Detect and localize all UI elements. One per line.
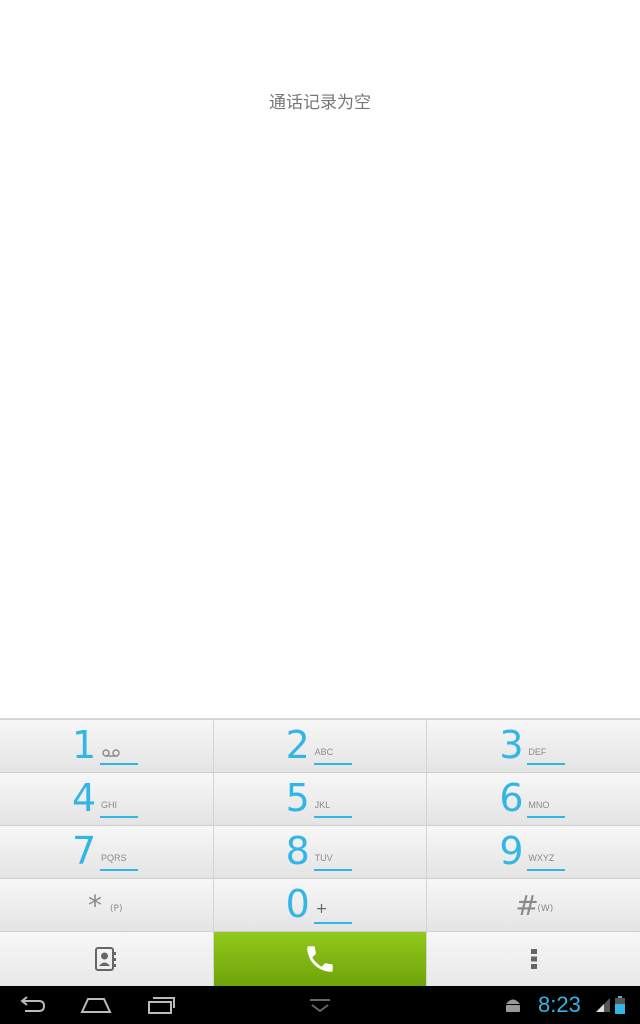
recent-apps-button[interactable]: [143, 986, 179, 1024]
signal-indicator: [594, 986, 612, 1024]
key-digit: 4: [72, 776, 97, 820]
dial-key-0[interactable]: 0 +: [213, 879, 428, 932]
key-digit: 8: [285, 829, 310, 873]
dial-key-6[interactable]: 6 MNO: [427, 773, 640, 826]
home-icon: [80, 998, 112, 1013]
contacts-icon: [95, 947, 117, 971]
voicemail-icon: [102, 749, 120, 757]
key-letters: PQRS: [101, 853, 127, 863]
key-letters: (W): [537, 904, 554, 914]
key-underline: [313, 869, 352, 871]
empty-call-log-message: 通话记录为空: [269, 93, 371, 113]
key-symbol: *: [88, 889, 102, 922]
system-navigation-bar: 8:23: [0, 986, 640, 1024]
key-underline: [527, 763, 566, 765]
key-underline: [313, 763, 352, 765]
back-icon: [20, 996, 46, 1012]
key-letters: DEF: [528, 747, 547, 757]
key-underline: [313, 816, 352, 818]
key-underline: [100, 763, 138, 765]
dial-key-5[interactable]: 5 JKL: [213, 773, 428, 826]
battery-icon: [615, 996, 625, 1014]
key-digit: 0: [285, 882, 310, 926]
key-letters: (P): [110, 904, 123, 914]
call-log-area: 通话记录为空: [0, 0, 640, 718]
key-digit: 6: [499, 776, 524, 820]
dial-key-4[interactable]: 4 GHI: [0, 773, 214, 826]
dialpad: 1 2 ABC 3 DEF 4 GHI 5 JKL 6 MNO 7 PQRS 8…: [0, 718, 640, 932]
recent-apps-icon: [148, 997, 175, 1014]
key-symbol: #: [515, 889, 539, 922]
key-digit: 2: [285, 723, 310, 767]
key-letters: MNO: [528, 800, 550, 810]
dial-key-2[interactable]: 2 ABC: [213, 720, 428, 773]
dial-key-7[interactable]: 7 PQRS: [0, 826, 214, 879]
dial-key-8[interactable]: 8 TUV: [213, 826, 428, 879]
clock: 8:23: [538, 992, 581, 1017]
chevron-down-icon: [310, 999, 330, 1013]
signal-icon: [596, 998, 610, 1012]
key-digit: 3: [499, 723, 524, 767]
key-letters: TUV: [314, 853, 333, 863]
key-digit: 5: [285, 776, 310, 820]
android-debug-indicator: [500, 986, 526, 1024]
home-button[interactable]: [78, 986, 114, 1024]
call-button[interactable]: [213, 932, 427, 986]
key-underline: [527, 869, 566, 871]
key-letters: JKL: [314, 800, 331, 810]
back-button[interactable]: [14, 986, 50, 1024]
dialer-action-bar: [0, 932, 640, 986]
key-underline: [100, 816, 138, 818]
dial-key-hash[interactable]: # (W): [427, 879, 640, 932]
key-digit: 9: [499, 829, 524, 873]
dial-key-1[interactable]: 1: [0, 720, 214, 773]
android-icon: [506, 999, 520, 1012]
key-letters: GHI: [101, 800, 118, 810]
battery-indicator: [613, 986, 627, 1024]
hide-keyboard-button[interactable]: [302, 986, 338, 1024]
overflow-menu-button[interactable]: [426, 932, 640, 986]
key-underline: [313, 922, 352, 924]
dial-key-star[interactable]: * (P): [0, 879, 214, 932]
key-underline: [527, 816, 566, 818]
contacts-button[interactable]: [0, 932, 214, 986]
key-letters: ABC: [314, 747, 334, 757]
key-digit: 7: [72, 829, 97, 873]
overflow-menu-icon: [530, 949, 537, 969]
key-digit: 1: [72, 723, 97, 767]
dial-key-9[interactable]: 9 WXYZ: [427, 826, 640, 879]
key-letters: WXYZ: [528, 853, 555, 863]
key-letters: +: [315, 901, 328, 917]
dial-key-3[interactable]: 3 DEF: [427, 720, 640, 773]
key-underline: [100, 869, 138, 871]
phone-icon: [307, 946, 333, 972]
